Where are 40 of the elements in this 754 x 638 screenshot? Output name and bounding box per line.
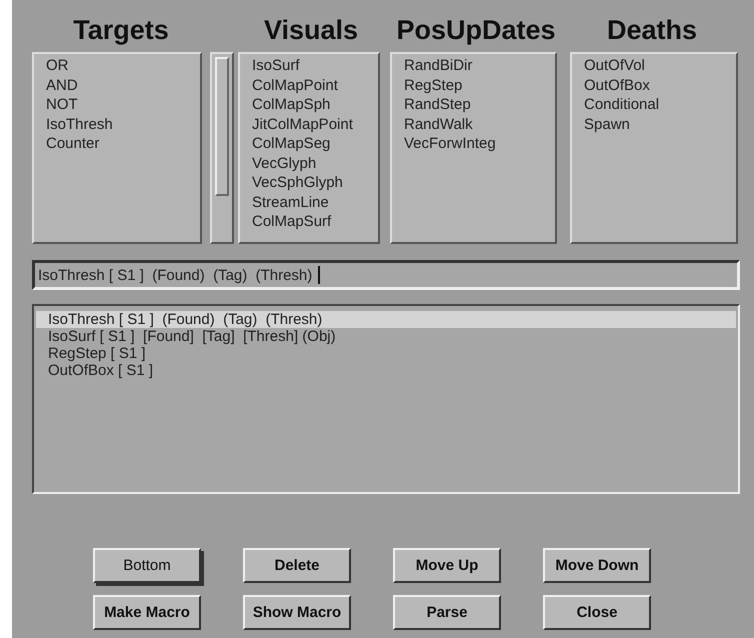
list-item[interactable]: RandWalk <box>404 114 555 134</box>
program-line[interactable]: RegStep [ S1 ] <box>36 345 736 362</box>
list-item[interactable]: Counter <box>46 134 200 154</box>
list-item[interactable]: OR <box>46 56 200 76</box>
list-item[interactable]: AND <box>46 76 200 95</box>
list-item[interactable]: VecSphGlyph <box>252 173 378 192</box>
column-heading: PosUpDates <box>395 14 557 46</box>
action-button[interactable]: Bottom <box>93 548 201 583</box>
list-item[interactable]: VecGlyph <box>252 154 378 173</box>
list-item[interactable]: Conditional <box>584 95 736 114</box>
command-field[interactable]: IsoThresh [ S1 ] (Found) (Tag) (Thresh) <box>32 260 740 290</box>
list-item[interactable]: OutOfVol <box>584 56 736 76</box>
list-item[interactable]: RandBiDir <box>404 56 555 76</box>
column-heading: Targets <box>72 14 170 46</box>
list-item[interactable]: IsoThresh <box>46 114 200 134</box>
action-button[interactable]: Delete <box>243 548 351 583</box>
list-item[interactable]: Spawn <box>584 114 736 134</box>
column-heading: Deaths <box>606 14 698 46</box>
list-item[interactable]: NOT <box>46 95 200 114</box>
list-item[interactable]: ColMapSeg <box>252 134 378 154</box>
list-item[interactable]: RandStep <box>404 95 555 114</box>
list-item[interactable]: StreamLine <box>252 192 378 212</box>
action-button[interactable]: Make Macro <box>93 595 201 630</box>
list-item[interactable]: ColMapSurf <box>252 212 378 232</box>
action-button[interactable]: Close <box>543 595 651 630</box>
list-item[interactable]: ColMapSph <box>252 95 378 114</box>
action-button[interactable]: Move Down <box>543 548 651 583</box>
list-item[interactable]: OutOfBox <box>584 76 736 95</box>
list-item[interactable]: ColMapPoint <box>252 76 378 95</box>
program-line[interactable]: OutOfBox [ S1 ] <box>36 362 736 379</box>
scrollbar[interactable] <box>210 52 234 244</box>
list-item[interactable]: JitColMapPoint <box>252 114 378 134</box>
action-button[interactable]: Show Macro <box>243 595 351 630</box>
column-heading: Visuals <box>262 14 360 46</box>
list-item[interactable]: IsoSurf <box>252 56 378 76</box>
action-button[interactable]: Move Up <box>393 548 501 583</box>
program-line[interactable]: IsoSurf [ S1 ] [Found] [Tag] [Thresh] (Obj) <box>36 328 736 345</box>
list-item[interactable]: RegStep <box>404 76 555 95</box>
list-item[interactable]: VecForwInteg <box>404 134 555 154</box>
action-button[interactable]: Parse <box>393 595 501 630</box>
